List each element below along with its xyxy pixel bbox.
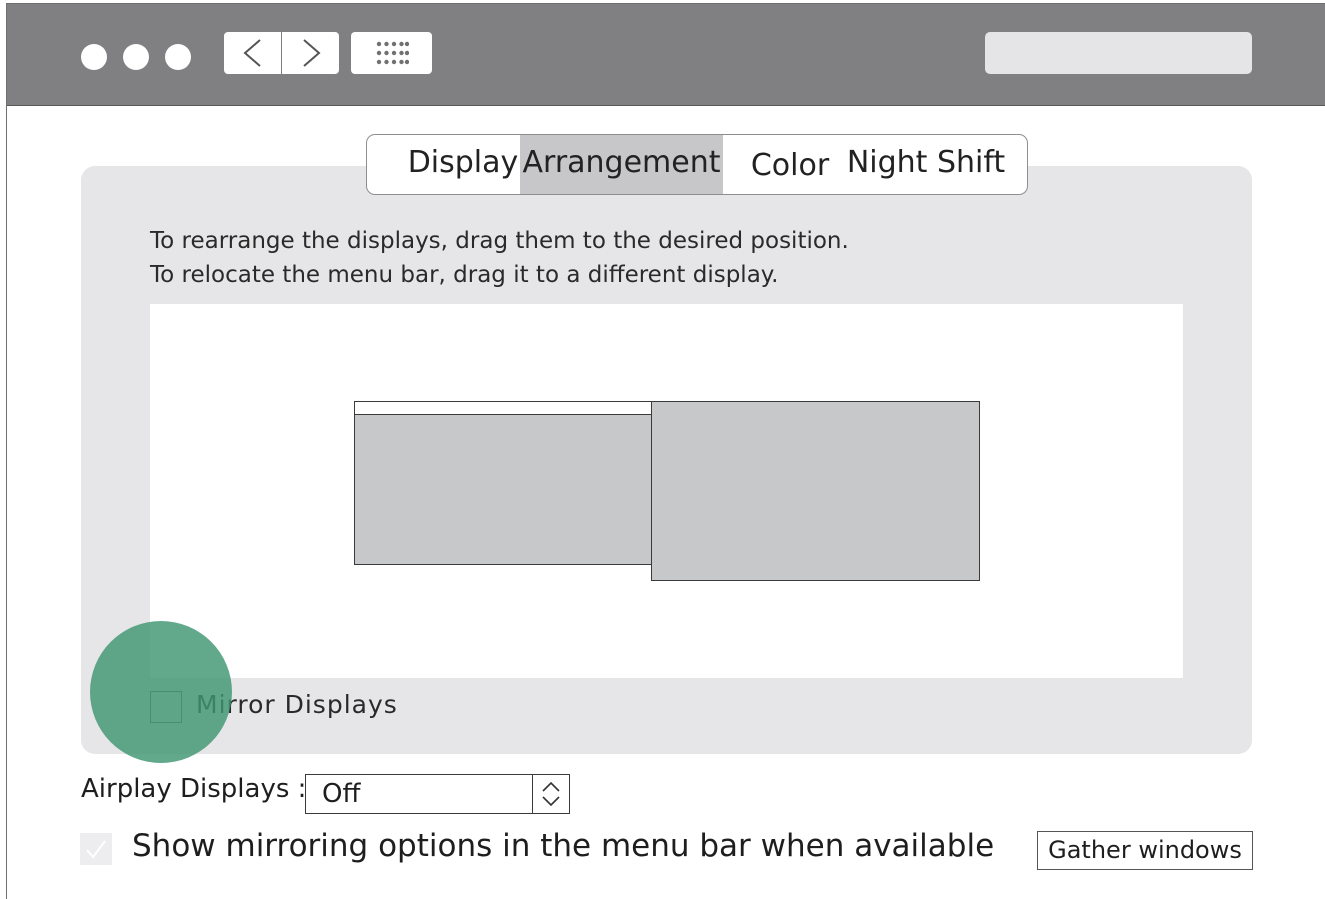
back-forward-group bbox=[224, 32, 339, 74]
tab-display-label: Display bbox=[407, 145, 519, 180]
forward-button[interactable] bbox=[282, 32, 339, 74]
primary-display[interactable] bbox=[354, 401, 653, 565]
search-field[interactable] bbox=[985, 32, 1252, 74]
tab-bar: Display Arrangement Color Night Shift bbox=[366, 134, 1028, 195]
instruction-line-1: To rearrange the displays, drag them to … bbox=[150, 228, 849, 254]
show-mirroring-options-label: Show mirroring options in the menu bar w… bbox=[132, 828, 995, 864]
chevron-right-icon bbox=[302, 39, 321, 67]
app-grid-icon bbox=[376, 41, 409, 65]
gather-windows-button[interactable]: Gather windows bbox=[1037, 831, 1253, 870]
show-all-button[interactable] bbox=[351, 32, 432, 74]
tab-night-shift-label: Night Shift bbox=[846, 145, 1006, 180]
chevron-left-icon bbox=[242, 39, 261, 67]
tab-display[interactable]: Display bbox=[387, 135, 539, 194]
checkmark-icon bbox=[86, 840, 106, 859]
show-mirroring-options-checkbox[interactable] bbox=[80, 833, 112, 865]
instruction-line-2: To relocate the menu bar, drag it to a d… bbox=[150, 262, 779, 288]
tab-night-shift[interactable]: Night Shift bbox=[845, 135, 1007, 194]
airplay-displays-value: Off bbox=[322, 779, 361, 809]
title-bar bbox=[7, 4, 1325, 106]
airplay-displays-label: Airplay Displays : bbox=[81, 774, 307, 804]
zoom-window-button[interactable] bbox=[165, 44, 191, 70]
secondary-display[interactable] bbox=[651, 401, 980, 581]
close-window-button[interactable] bbox=[81, 44, 107, 70]
tab-color-label: Color bbox=[750, 148, 830, 183]
up-down-arrows-icon bbox=[542, 781, 560, 807]
tab-arrangement[interactable]: Arrangement bbox=[520, 135, 723, 194]
minimize-window-button[interactable] bbox=[123, 44, 149, 70]
airplay-stepper[interactable] bbox=[532, 775, 569, 813]
menu-bar-indicator[interactable] bbox=[355, 402, 652, 415]
tab-color[interactable]: Color bbox=[740, 138, 840, 194]
back-button[interactable] bbox=[224, 32, 281, 74]
window-border-left bbox=[6, 3, 7, 899]
system-preferences-window: Display Arrangement Color Night Shift To… bbox=[0, 0, 1325, 899]
touch-indicator bbox=[90, 621, 232, 763]
tab-arrangement-label: Arrangement bbox=[522, 145, 721, 180]
airplay-displays-select[interactable]: Off bbox=[305, 774, 570, 814]
